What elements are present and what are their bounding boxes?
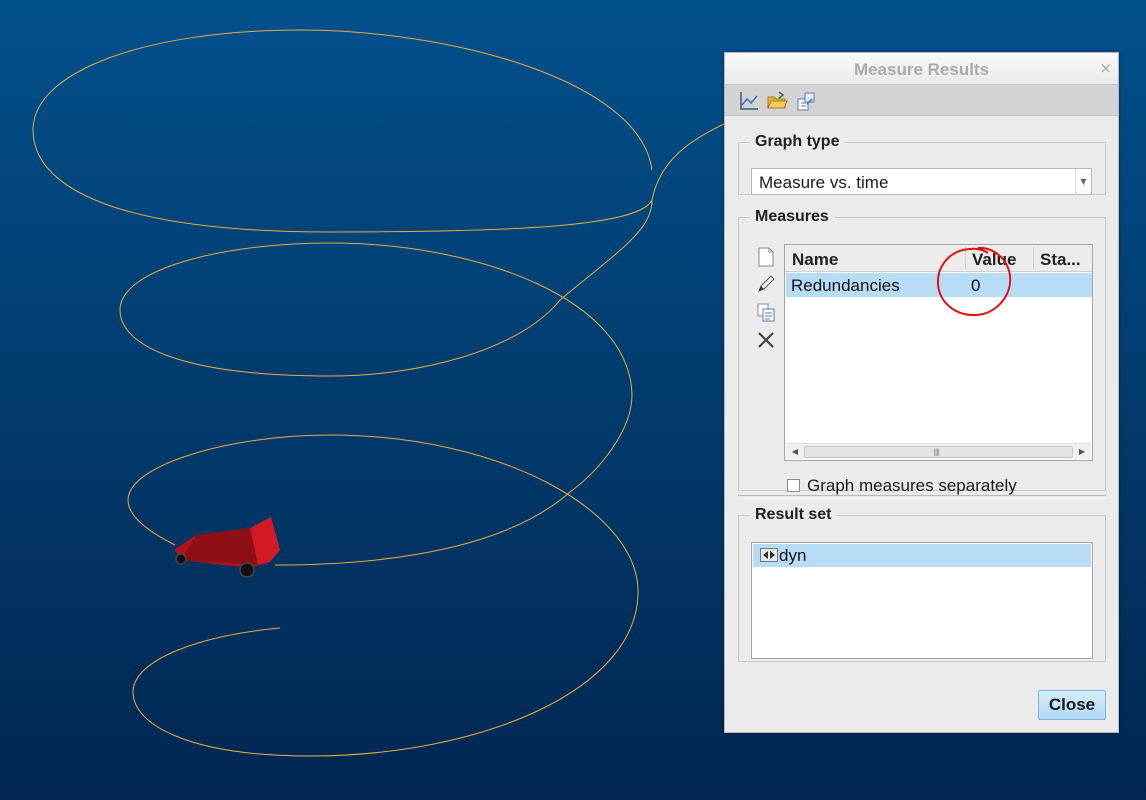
measure-name: Redundancies bbox=[791, 276, 900, 295]
scroll-left-icon[interactable]: ◀ bbox=[788, 444, 802, 459]
scroll-right-icon[interactable]: ▶ bbox=[1075, 444, 1089, 459]
delete-x-icon[interactable] bbox=[755, 329, 777, 351]
graph-type-legend: Graph type bbox=[755, 133, 840, 150]
vehicle-model[interactable] bbox=[174, 517, 280, 578]
measures-legend: Measures bbox=[755, 208, 829, 225]
graph-separately-label[interactable]: Graph measures separately bbox=[807, 476, 1017, 496]
helix-loop-top bbox=[32, 29, 727, 233]
result-set-icon bbox=[760, 548, 778, 562]
dialog-titlebar[interactable]: Measure Results × bbox=[725, 53, 1118, 84]
annotation-circle bbox=[936, 246, 1012, 317]
dialog-toolbar bbox=[725, 84, 1118, 116]
measure-results-dialog: Measure Results × Graph type Measure vs.… bbox=[724, 52, 1119, 733]
chevron-down-icon[interactable]: ▼ bbox=[1075, 169, 1091, 194]
result-set-legend: Result set bbox=[755, 506, 832, 523]
horizontal-scrollbar[interactable]: ◀ |||| ▶ bbox=[786, 443, 1091, 459]
measures-group: Measures Name Value Sta... Redundancies … bbox=[738, 208, 1106, 495]
graph-type-group: Graph type Measure vs. time ▼ bbox=[738, 133, 1106, 195]
helix-trajectory bbox=[32, 29, 727, 757]
new-measure-icon[interactable] bbox=[755, 246, 777, 268]
dialog-title: Measure Results bbox=[853, 60, 990, 79]
close-icon[interactable]: × bbox=[1099, 59, 1112, 77]
result-set-list: dyn bbox=[751, 542, 1093, 659]
helix-loop-bottom bbox=[132, 589, 639, 757]
vehicle-wheel-rear bbox=[175, 553, 187, 565]
export-icon[interactable] bbox=[795, 90, 817, 112]
vehicle-wheel-front bbox=[239, 562, 255, 578]
column-divider[interactable] bbox=[1033, 247, 1034, 269]
scrollbar-thumb[interactable]: |||| bbox=[804, 446, 1073, 458]
open-folder-icon[interactable] bbox=[766, 90, 788, 112]
result-set-group: Result set dyn bbox=[738, 506, 1106, 662]
vehicle-side bbox=[182, 528, 258, 565]
close-button[interactable]: Close bbox=[1038, 690, 1106, 720]
graph-type-select[interactable]: Measure vs. time ▼ bbox=[751, 168, 1092, 195]
graph-icon[interactable] bbox=[738, 90, 760, 112]
column-header-name[interactable]: Name bbox=[792, 250, 838, 270]
graph-type-value: Measure vs. time bbox=[759, 173, 889, 192]
separator bbox=[738, 495, 1106, 499]
copy-icon[interactable] bbox=[755, 301, 777, 323]
result-set-label: dyn bbox=[779, 546, 807, 565]
edit-pencil-icon[interactable] bbox=[755, 273, 777, 295]
helix-loop-upper bbox=[119, 199, 653, 396]
checkbox-box[interactable] bbox=[787, 479, 800, 492]
list-item[interactable]: dyn bbox=[753, 544, 1091, 567]
column-header-status[interactable]: Sta... bbox=[1040, 250, 1081, 270]
